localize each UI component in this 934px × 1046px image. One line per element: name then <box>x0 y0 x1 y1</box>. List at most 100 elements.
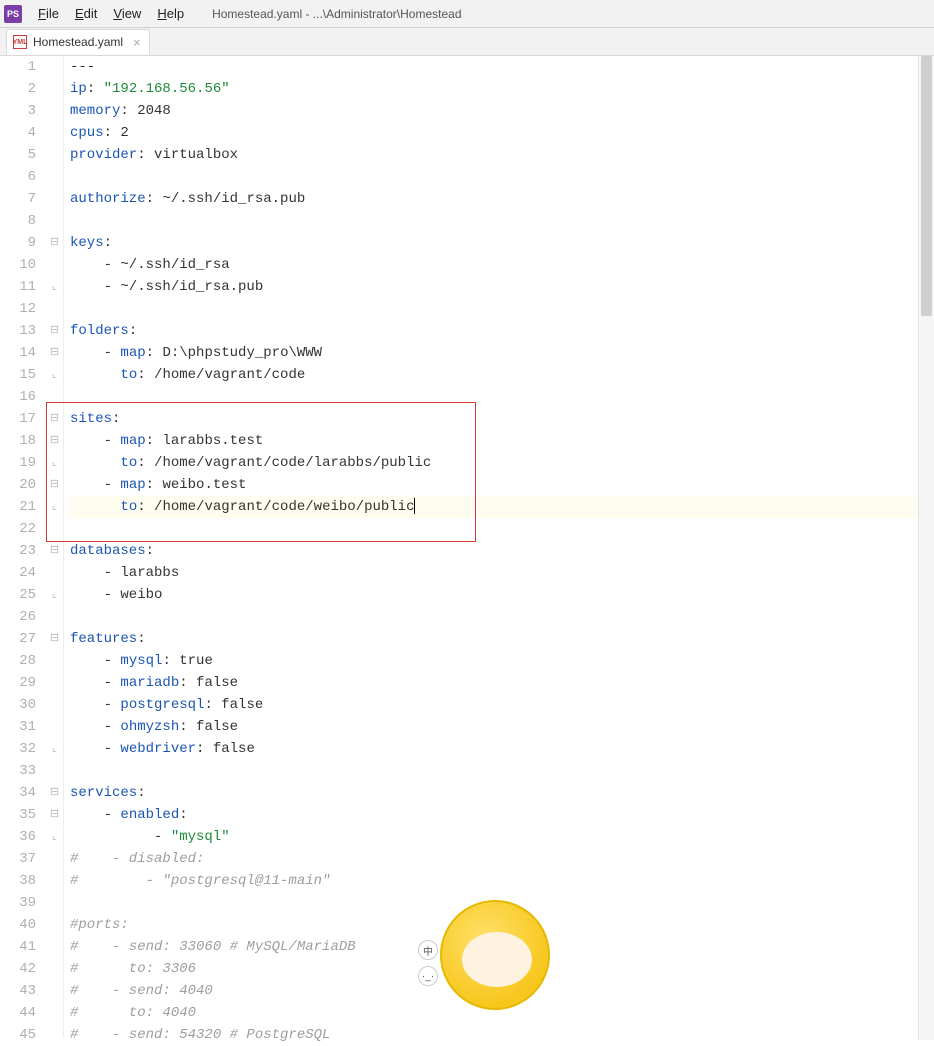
fold-marker[interactable]: ⊟ <box>46 342 63 364</box>
code-line[interactable] <box>70 386 934 408</box>
fold-marker[interactable]: ⊟ <box>46 232 63 254</box>
code-line[interactable] <box>70 166 934 188</box>
fold-marker[interactable]: ⌞ <box>46 738 63 760</box>
fold-marker[interactable]: ⊟ <box>46 540 63 562</box>
menu-edit[interactable]: Edit <box>67 4 105 23</box>
line-number: 9 <box>0 232 36 254</box>
fold-marker <box>46 672 63 694</box>
code-line[interactable] <box>70 606 934 628</box>
line-number: 32 <box>0 738 36 760</box>
code-line[interactable]: ip: "192.168.56.56" <box>70 78 934 100</box>
fold-marker[interactable]: ⌞ <box>46 826 63 848</box>
code-line[interactable]: databases: <box>70 540 934 562</box>
code-line[interactable]: provider: virtualbox <box>70 144 934 166</box>
fold-marker[interactable]: ⊟ <box>46 804 63 826</box>
code-line[interactable]: # to: 3306 <box>70 958 934 980</box>
code-line[interactable]: services: <box>70 782 934 804</box>
fold-marker[interactable]: ⌞ <box>46 452 63 474</box>
code-editor[interactable]: 1234567891011121314151617181920212223242… <box>0 56 934 1038</box>
code-line[interactable] <box>70 298 934 320</box>
fold-marker <box>46 914 63 936</box>
code-line[interactable]: #ports: <box>70 914 934 936</box>
code-line[interactable]: # to: 4040 <box>70 1002 934 1024</box>
code-line[interactable]: - mysql: true <box>70 650 934 672</box>
line-number: 6 <box>0 166 36 188</box>
code-line[interactable]: - larabbs <box>70 562 934 584</box>
code-line[interactable] <box>70 210 934 232</box>
menu-help[interactable]: Help <box>149 4 192 23</box>
scrollbar-thumb[interactable] <box>921 56 932 316</box>
code-line[interactable]: - ~/.ssh/id_rsa.pub <box>70 276 934 298</box>
line-number: 35 <box>0 804 36 826</box>
vertical-scrollbar[interactable] <box>918 56 934 1040</box>
fold-marker[interactable]: ⌞ <box>46 276 63 298</box>
code-line[interactable]: - mariadb: false <box>70 672 934 694</box>
code-line[interactable]: # - disabled: <box>70 848 934 870</box>
code-line[interactable]: - enabled: <box>70 804 934 826</box>
code-line[interactable]: - ~/.ssh/id_rsa <box>70 254 934 276</box>
line-number-gutter: 1234567891011121314151617181920212223242… <box>0 56 46 1038</box>
line-number: 39 <box>0 892 36 914</box>
code-line[interactable]: folders: <box>70 320 934 342</box>
line-number: 33 <box>0 760 36 782</box>
fold-marker <box>46 716 63 738</box>
fold-marker <box>46 892 63 914</box>
fold-marker[interactable]: ⌞ <box>46 496 63 518</box>
tab-homestead-yaml[interactable]: YML Homestead.yaml × <box>6 29 150 55</box>
fold-marker <box>46 56 63 78</box>
code-line[interactable]: memory: 2048 <box>70 100 934 122</box>
line-number: 12 <box>0 298 36 320</box>
code-line[interactable]: - map: weibo.test <box>70 474 934 496</box>
fold-marker <box>46 144 63 166</box>
code-line[interactable] <box>70 760 934 782</box>
code-line[interactable]: - postgresql: false <box>70 694 934 716</box>
menu-view[interactable]: View <box>105 4 149 23</box>
code-line[interactable]: to: /home/vagrant/code <box>70 364 934 386</box>
app-icon: PS <box>4 5 22 23</box>
code-line[interactable]: cpus: 2 <box>70 122 934 144</box>
fold-marker <box>46 936 63 958</box>
line-number: 27 <box>0 628 36 650</box>
fold-marker[interactable]: ⊟ <box>46 782 63 804</box>
line-number: 22 <box>0 518 36 540</box>
code-line[interactable]: # - "postgresql@11-main" <box>70 870 934 892</box>
fold-marker <box>46 298 63 320</box>
fold-marker[interactable]: ⊟ <box>46 430 63 452</box>
line-number: 21 <box>0 496 36 518</box>
line-number: 19 <box>0 452 36 474</box>
line-number: 1 <box>0 56 36 78</box>
fold-marker[interactable]: ⊟ <box>46 320 63 342</box>
code-line[interactable] <box>70 892 934 914</box>
line-number: 20 <box>0 474 36 496</box>
fold-marker[interactable]: ⌞ <box>46 584 63 606</box>
code-line[interactable]: - map: larabbs.test <box>70 430 934 452</box>
code-line[interactable]: - ohmyzsh: false <box>70 716 934 738</box>
code-line[interactable]: # - send: 4040 <box>70 980 934 1002</box>
fold-gutter[interactable]: ⊟⌞⊟⊟⌞⊟⊟⌞⊟⌞⊟⌞⊟⌞⊟⊟⌞ <box>46 56 64 1038</box>
code-line[interactable]: sites: <box>70 408 934 430</box>
menu-file[interactable]: File <box>30 4 67 23</box>
line-number: 14 <box>0 342 36 364</box>
fold-marker[interactable]: ⊟ <box>46 474 63 496</box>
code-line[interactable]: - map: D:\phpstudy_pro\WWW <box>70 342 934 364</box>
fold-marker[interactable]: ⊟ <box>46 628 63 650</box>
code-line[interactable]: keys: <box>70 232 934 254</box>
code-line[interactable]: - webdriver: false <box>70 738 934 760</box>
code-line[interactable] <box>70 518 934 540</box>
fold-marker[interactable]: ⊟ <box>46 408 63 430</box>
code-line[interactable]: to: /home/vagrant/code/larabbs/public <box>70 452 934 474</box>
code-line[interactable]: features: <box>70 628 934 650</box>
code-line[interactable]: # - send: 54320 # PostgreSQL <box>70 1024 934 1046</box>
code-line[interactable]: authorize: ~/.ssh/id_rsa.pub <box>70 188 934 210</box>
code-line[interactable]: to: /home/vagrant/code/weibo/public <box>70 496 934 518</box>
code-line[interactable]: --- <box>70 56 934 78</box>
code-line[interactable]: # - send: 33060 # MySQL/MariaDB <box>70 936 934 958</box>
fold-marker[interactable]: ⌞ <box>46 364 63 386</box>
code-line[interactable]: - weibo <box>70 584 934 606</box>
line-number: 38 <box>0 870 36 892</box>
code-area[interactable]: ---ip: "192.168.56.56"memory: 2048cpus: … <box>64 56 934 1038</box>
line-number: 10 <box>0 254 36 276</box>
code-line[interactable]: - "mysql" <box>70 826 934 848</box>
line-number: 26 <box>0 606 36 628</box>
close-icon[interactable]: × <box>133 35 141 50</box>
